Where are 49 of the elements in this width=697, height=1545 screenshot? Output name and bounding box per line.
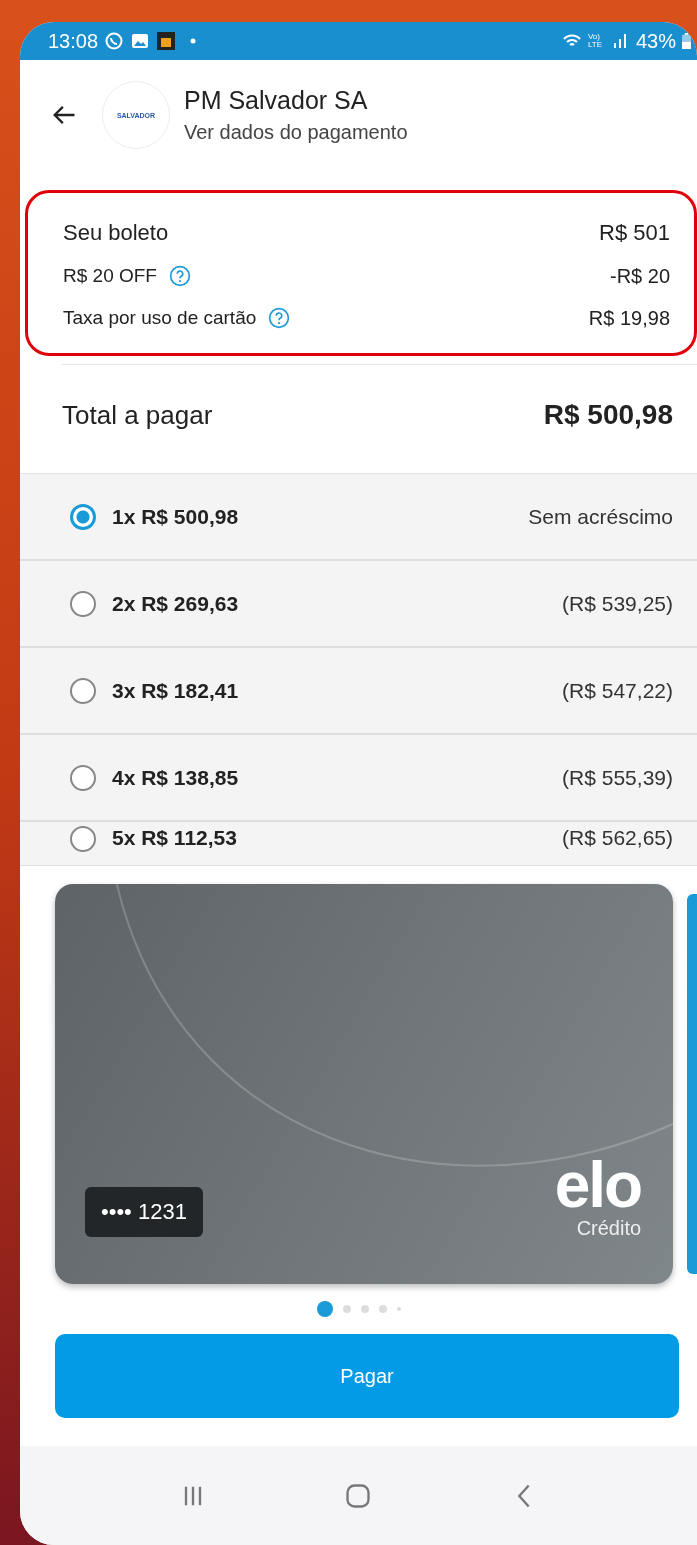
card-number: •••• 1231	[85, 1187, 203, 1237]
pager-dot[interactable]	[316, 1301, 333, 1317]
radio-button[interactable]	[70, 590, 96, 617]
help-icon[interactable]	[268, 307, 291, 329]
installment-amount: 2x R$ 269,63	[112, 591, 240, 616]
summary-value: R$ 19,98	[588, 306, 670, 330]
card-type: Crédito	[576, 1217, 642, 1240]
app-icon	[156, 31, 177, 51]
radio-button[interactable]	[70, 503, 96, 530]
installment-total: (R$ 562,65)	[562, 826, 673, 850]
installment-total: (R$ 555,39)	[562, 765, 673, 790]
pager-dot[interactable]	[378, 1305, 387, 1313]
installment-amount: 1x R$ 500,98	[112, 504, 240, 529]
installment-amount: 3x R$ 182,41	[112, 678, 240, 703]
notification-dot-icon	[190, 38, 197, 44]
battery-percent: 43%	[635, 29, 676, 53]
installment-total: Sem acréscimo	[528, 504, 673, 529]
card-brand-logo: elo	[554, 1153, 642, 1217]
installment-total: (R$ 539,25)	[562, 591, 673, 616]
network-label: Vo) LTE	[587, 33, 604, 49]
installment-total: (R$ 547,22)	[562, 678, 673, 703]
radio-button[interactable]	[70, 764, 96, 791]
home-icon[interactable]	[344, 1481, 373, 1510]
credit-card[interactable]: •••• 1231 elo Crédito	[55, 884, 674, 1284]
radio-button[interactable]	[70, 677, 96, 704]
image-icon	[130, 31, 151, 51]
installment-amount: 4x R$ 138,85	[112, 765, 240, 790]
merchant-name: PM Salvador SA	[184, 86, 369, 115]
installment-option[interactable]: 3x R$ 182,41 (R$ 547,22)	[20, 648, 697, 735]
pager-dot[interactable]	[342, 1305, 351, 1313]
installment-option[interactable]: 2x R$ 269,63 (R$ 539,25)	[20, 561, 697, 648]
summary-label: Seu boleto	[63, 220, 169, 246]
installment-option[interactable]: 1x R$ 500,98 Sem acréscimo	[20, 474, 697, 561]
pager-dot[interactable]	[360, 1305, 369, 1313]
total-label: Total a pagar	[62, 399, 213, 431]
status-time: 13:08	[48, 29, 99, 53]
installment-amount: 5x R$ 112,53	[112, 826, 238, 850]
chat-icon	[104, 31, 125, 51]
radio-button[interactable]	[70, 826, 96, 852]
total-value: R$ 500,98	[543, 399, 673, 431]
summary-label: Taxa por uso de cartão	[63, 307, 257, 329]
battery-icon	[682, 33, 691, 49]
installment-option[interactable]: 5x R$ 112,53 (R$ 562,65)	[20, 822, 697, 866]
help-icon[interactable]	[169, 265, 191, 287]
summary-value: R$ 501	[599, 220, 670, 246]
summary-value: -R$ 20	[609, 264, 670, 288]
payment-details-link[interactable]: Ver dados do pagamento	[184, 121, 408, 144]
summary-label: R$ 20 OFF	[63, 265, 157, 287]
installment-option[interactable]: 4x R$ 138,85 (R$ 555,39)	[20, 735, 697, 822]
